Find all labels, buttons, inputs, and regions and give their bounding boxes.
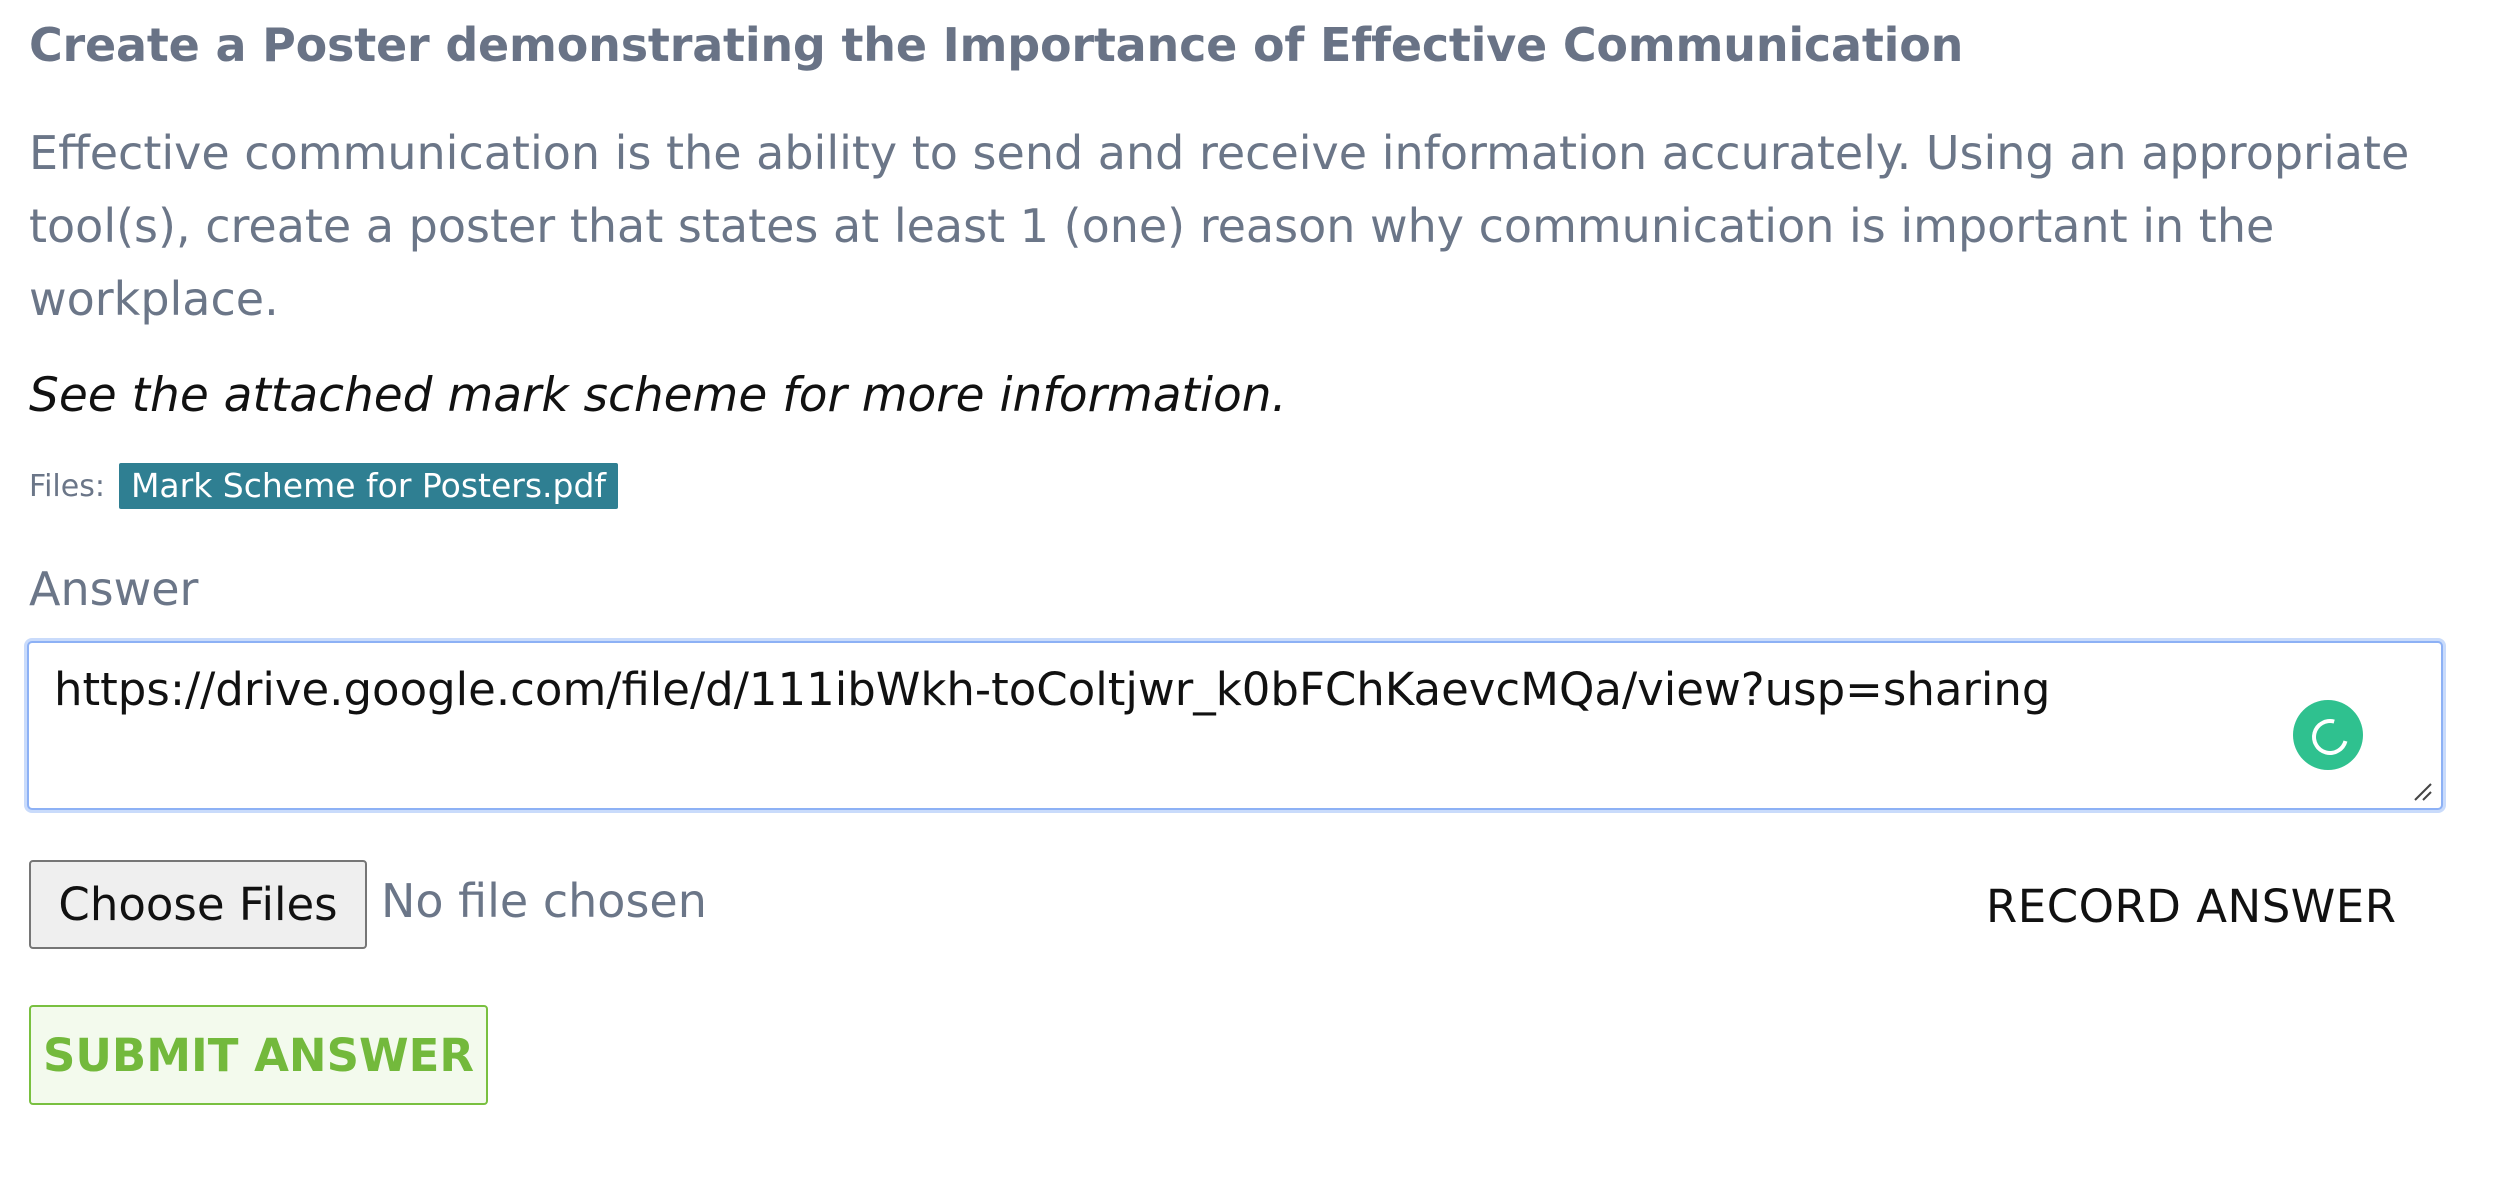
- task-description: Effective communication is the ability t…: [29, 126, 2410, 326]
- choose-files-button[interactable]: Choose Files: [29, 860, 367, 949]
- record-answer-button[interactable]: RECORD ANSWER: [1986, 880, 2396, 933]
- mark-scheme-file-link[interactable]: Mark Scheme for Posters.pdf: [118, 463, 619, 509]
- resize-handle-icon[interactable]: [2409, 778, 2433, 802]
- mark-scheme-hint: See the attached mark scheme for more in…: [29, 368, 1287, 423]
- submit-answer-button[interactable]: SUBMIT ANSWER: [29, 1005, 488, 1105]
- answer-label: Answer: [29, 562, 199, 616]
- files-row: Files: Mark Scheme for Posters.pdf: [29, 462, 619, 510]
- grammar-check-icon[interactable]: [2293, 700, 2363, 770]
- task-title: Create a Poster demonstrating the Import…: [29, 18, 1964, 72]
- file-status-text: No file chosen: [381, 874, 707, 928]
- answer-text: https://drive.google.com/file/d/111ibWkh…: [54, 663, 2051, 716]
- task-page: Create a Poster demonstrating the Import…: [0, 0, 2500, 1181]
- files-label: Files:: [29, 468, 105, 504]
- answer-textarea[interactable]: https://drive.google.com/file/d/111ibWkh…: [27, 641, 2443, 810]
